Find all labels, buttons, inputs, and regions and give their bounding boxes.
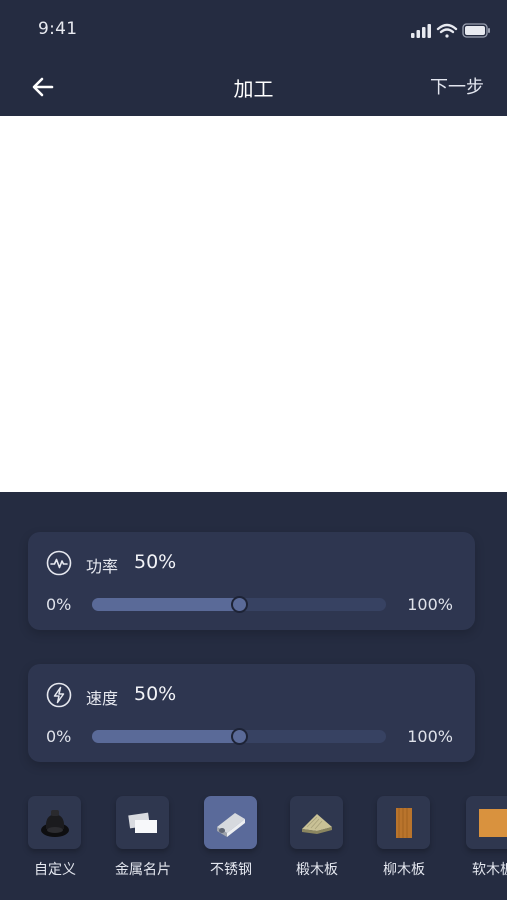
willow-board-icon [395,807,412,838]
speed-panel: 速度 50% 0% 100% [28,664,475,762]
wifi-icon [436,23,458,38]
speed-min-label: 0% [46,727,72,746]
material-label: 自定义 [34,862,76,878]
metal-card-icon [127,812,157,833]
status-time: 9:41 [38,19,78,39]
status-bar: 9:41 [0,0,507,60]
material-label: 软木板 [472,862,507,878]
speed-max-label: 100% [407,727,453,746]
status-icons [411,23,490,38]
power-panel: 功率 50% 0% 100% [28,532,475,630]
material-label: 椴木板 [296,862,338,878]
next-step-button[interactable]: 下一步 [430,73,484,99]
power-value: 50% [134,551,177,573]
battery-icon [462,23,490,38]
custom-material-icon [40,809,69,837]
power-min-label: 0% [46,595,72,614]
cork-board-icon [478,808,507,837]
power-max-label: 100% [407,595,453,614]
material-label: 柳木板 [383,862,425,878]
power-slider-thumb[interactable] [231,596,248,613]
basswood-board-icon [301,813,332,834]
material-label: 金属名片 [115,862,171,878]
speed-slider[interactable] [92,728,386,745]
speed-value: 50% [134,683,177,705]
material-list[interactable]: 自定义 金属名片 不锈钢 椴木板 柳木板 软木 [0,795,507,900]
preview-canvas[interactable] [0,116,507,492]
power-slider[interactable] [92,596,386,613]
signal-icon [411,24,431,38]
speed-label: 速度 [86,689,119,708]
speed-slider-thumb[interactable] [231,728,248,745]
nav-bar: 加工 下一步 [0,60,507,116]
power-slider-fill [92,598,239,611]
speed-slider-fill [92,730,239,743]
material-label: 不锈钢 [210,862,252,878]
lightning-icon [46,682,72,708]
power-pulse-icon [46,550,72,576]
stainless-steel-icon [216,812,245,837]
power-label: 功率 [86,557,119,576]
